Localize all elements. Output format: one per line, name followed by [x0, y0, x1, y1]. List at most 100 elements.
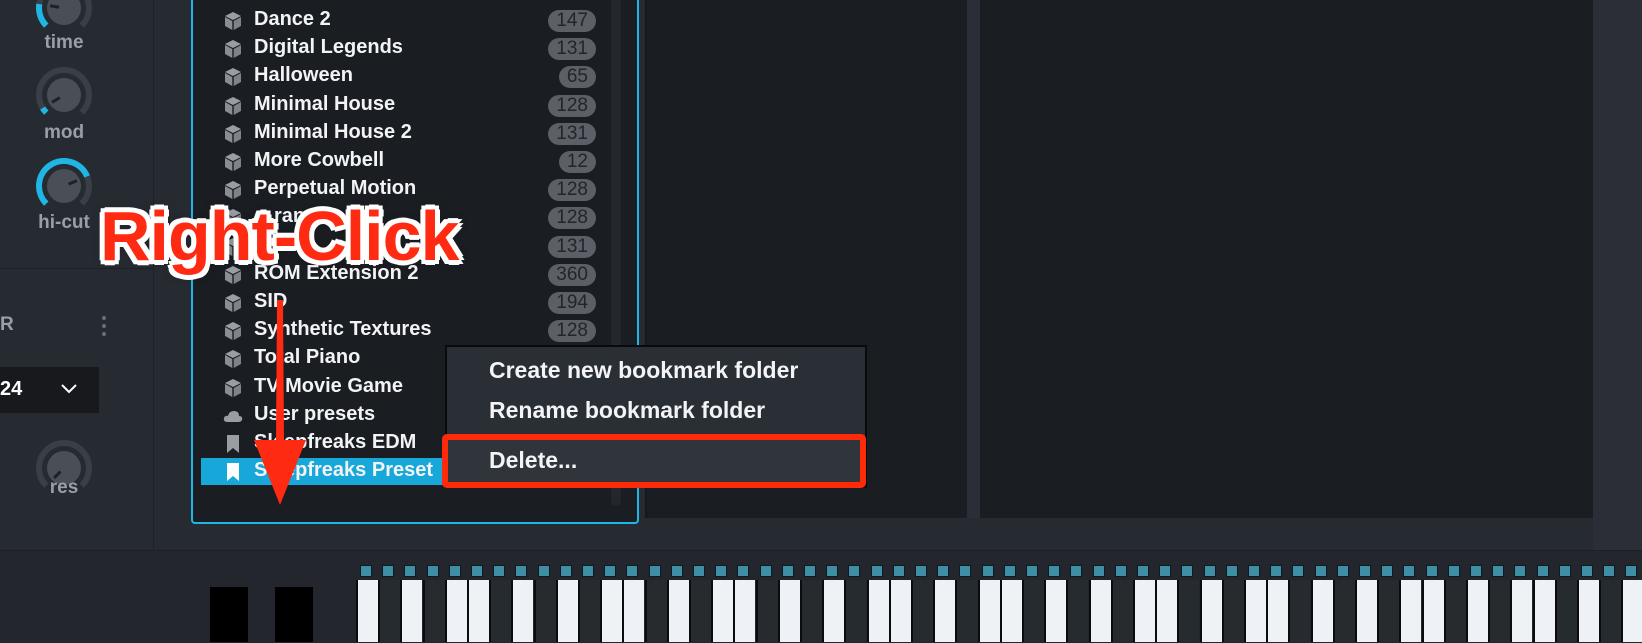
filter-slope-select[interactable]: 24	[0, 367, 99, 413]
white-key[interactable]	[777, 580, 800, 642]
white-key[interactable]	[1088, 580, 1111, 642]
white-key[interactable]	[1155, 580, 1178, 642]
white-key[interactable]	[356, 580, 378, 642]
black-key[interactable]	[844, 580, 867, 642]
white-key[interactable]	[1266, 580, 1289, 642]
pane-separator[interactable]	[967, 0, 980, 518]
black-key[interactable]	[1554, 580, 1577, 642]
bank-list-item[interactable]: Digital Legends 131	[201, 35, 596, 62]
white-key[interactable]	[600, 580, 623, 642]
white-key[interactable]	[1466, 580, 1488, 642]
white-key[interactable]	[622, 580, 645, 642]
menu-item-rename-bookmark-folder[interactable]: Rename bookmark folder	[489, 397, 765, 424]
white-key[interactable]	[400, 580, 423, 642]
black-key[interactable]	[1488, 580, 1511, 642]
bank-name: Dance 2	[254, 8, 331, 30]
bank-name: Digital Legends	[254, 36, 403, 59]
white-key[interactable]	[1244, 580, 1266, 642]
black-key[interactable]	[1332, 580, 1355, 642]
white-key[interactable]	[1510, 580, 1533, 642]
black-key[interactable]	[755, 580, 778, 642]
black-key[interactable]	[689, 580, 711, 642]
knob-time[interactable]	[36, 0, 92, 36]
key-led	[981, 565, 994, 577]
key-led	[1092, 565, 1105, 577]
black-key[interactable]	[1288, 580, 1311, 642]
black-key[interactable]	[1599, 580, 1622, 642]
annotation-label: Right-Click	[100, 197, 459, 275]
black-key[interactable]	[1066, 580, 1089, 642]
key-led	[848, 565, 861, 577]
right-edge-panel	[1593, 0, 1642, 550]
white-key[interactable]	[1621, 580, 1642, 642]
bank-list-item[interactable]: More Cowbell 12	[201, 148, 596, 175]
white-key[interactable]	[977, 580, 1000, 642]
white-key[interactable]	[555, 580, 578, 642]
white-key[interactable]	[444, 580, 467, 642]
black-key[interactable]	[955, 580, 978, 642]
key-led	[1248, 565, 1260, 577]
white-key[interactable]	[822, 580, 845, 642]
black-key[interactable]	[422, 580, 445, 642]
white-key[interactable]	[1133, 580, 1155, 642]
black-key[interactable]	[1110, 580, 1133, 642]
white-key[interactable]	[711, 580, 734, 642]
white-key[interactable]	[999, 580, 1022, 642]
knob-hi-cut[interactable]	[36, 158, 92, 214]
black-key[interactable]	[1177, 580, 1200, 642]
white-key[interactable]	[1421, 580, 1444, 642]
pitch-wheel[interactable]	[210, 587, 248, 642]
key-led	[693, 565, 705, 577]
white-key[interactable]	[467, 580, 489, 642]
key-led	[1070, 565, 1083, 577]
black-key[interactable]	[578, 580, 600, 642]
white-key[interactable]	[1044, 580, 1067, 642]
black-key[interactable]	[489, 580, 512, 642]
key-led	[781, 565, 794, 577]
white-key[interactable]	[1199, 580, 1222, 642]
white-key[interactable]	[1532, 580, 1555, 642]
key-led	[1492, 565, 1505, 577]
bank-list-item[interactable]: Minimal House 2 131	[201, 120, 596, 147]
bank-list-item[interactable]: Dance 2 147	[201, 7, 596, 34]
black-key[interactable]	[911, 580, 933, 642]
white-key[interactable]	[511, 580, 534, 642]
key-led	[870, 565, 883, 577]
black-key[interactable]	[800, 580, 822, 642]
key-led	[1181, 565, 1194, 577]
white-key[interactable]	[1399, 580, 1422, 642]
preset-count-badge: 128	[548, 320, 596, 343]
knob-label: res	[49, 477, 79, 498]
key-led	[1336, 565, 1349, 577]
white-key[interactable]	[933, 580, 956, 642]
key-led	[1403, 565, 1416, 577]
white-key[interactable]	[866, 580, 889, 642]
mod-wheel[interactable]	[275, 587, 313, 642]
white-key[interactable]	[1577, 580, 1599, 642]
black-key[interactable]	[533, 580, 556, 642]
black-key[interactable]	[1022, 580, 1044, 642]
key-led	[1425, 565, 1438, 577]
bank-list-item[interactable]: Halloween 65	[201, 63, 596, 90]
preset-count-badge: 131	[548, 122, 596, 145]
white-key[interactable]	[888, 580, 911, 642]
white-key[interactable]	[666, 580, 689, 642]
knob-mod[interactable]	[36, 67, 92, 123]
key-led	[1603, 565, 1616, 577]
white-key[interactable]	[733, 580, 756, 642]
black-key[interactable]	[378, 580, 401, 642]
black-key[interactable]	[644, 580, 667, 642]
key-led	[1558, 565, 1571, 577]
preset-count-badge: 147	[548, 10, 596, 32]
bank-list-item[interactable]: Minimal House 128	[201, 92, 596, 119]
black-key[interactable]	[1221, 580, 1244, 642]
white-key[interactable]	[1310, 580, 1333, 642]
black-key[interactable]	[1377, 580, 1400, 642]
bank-name: Minimal House 2	[254, 120, 412, 143]
black-key[interactable]	[1443, 580, 1466, 642]
menu-item-create-bookmark-folder[interactable]: Create new bookmark folder	[489, 357, 798, 384]
knob-label: mod	[43, 122, 85, 143]
kebab-menu-icon[interactable]	[100, 316, 108, 340]
key-led	[1003, 565, 1016, 577]
white-key[interactable]	[1355, 580, 1377, 642]
